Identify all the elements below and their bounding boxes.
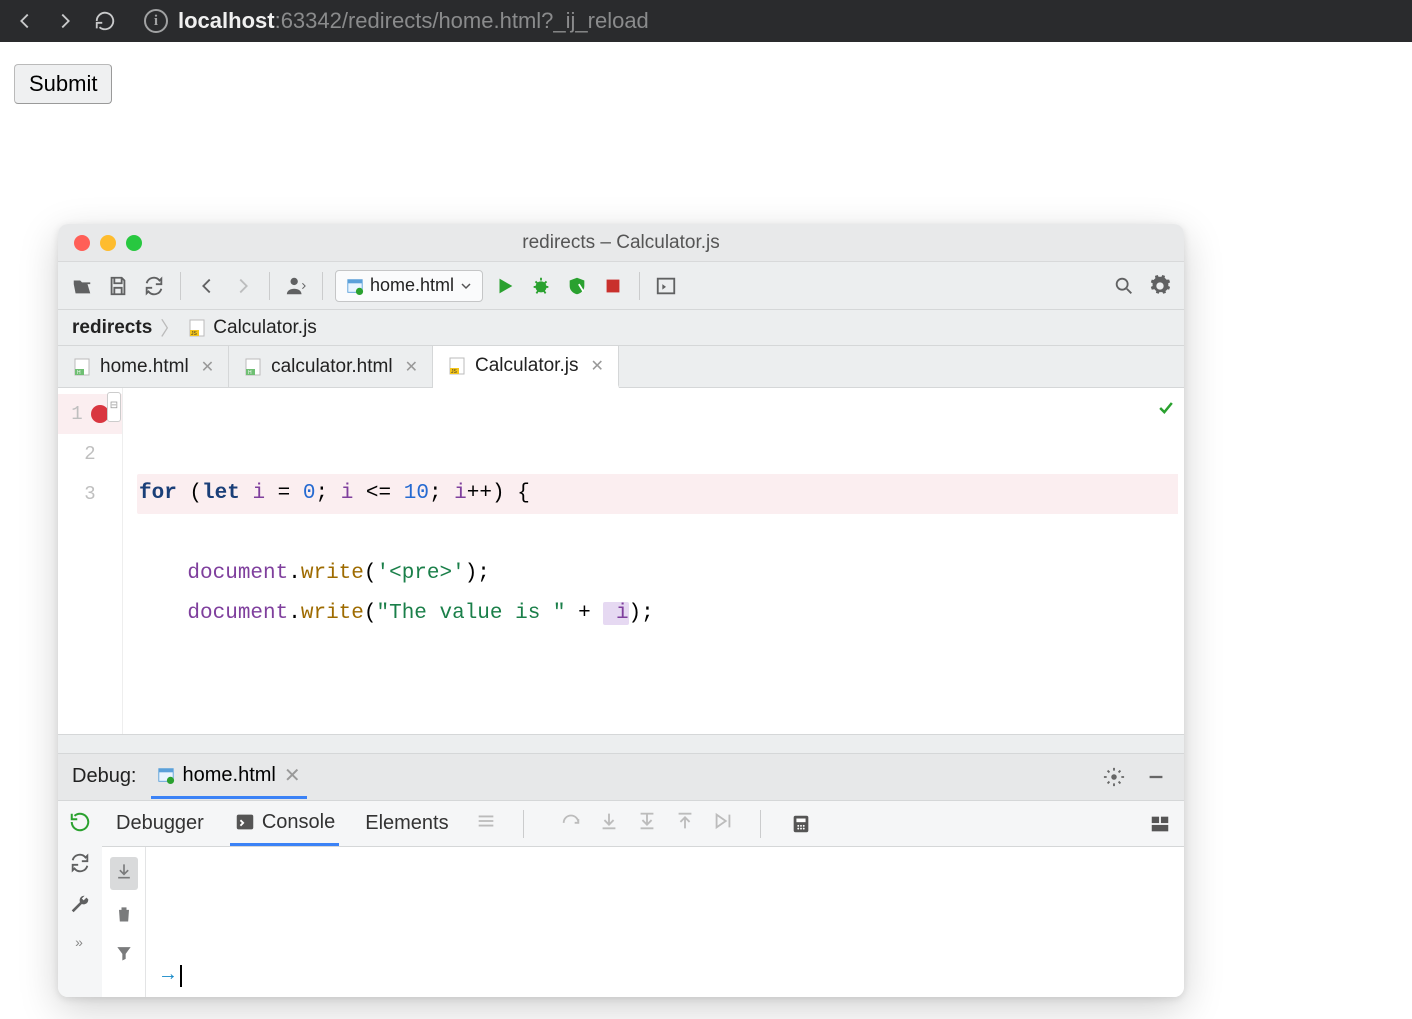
breadcrumb: redirects 〉 JS Calculator.js [58,310,1184,346]
code-editor[interactable]: 1 2 3 ⊟ for (let i = 0; i <= 10; i++) { … [58,388,1184,734]
run-config-select[interactable]: home.html [335,270,483,302]
window-title: redirects – Calculator.js [58,232,1184,254]
debug-side-toolbar: » [58,801,102,997]
gear-icon[interactable] [1146,272,1174,300]
back-button[interactable] [14,10,36,32]
debug-panel-body: » Debugger Console Elements [58,800,1184,997]
close-icon[interactable]: ✕ [284,763,301,788]
svg-text:H: H [77,370,81,376]
wrench-icon[interactable] [69,893,91,920]
tab-console[interactable]: Console [230,801,339,846]
close-window-icon[interactable] [74,235,90,251]
step-out-icon[interactable] [674,810,696,838]
step-over-icon[interactable] [560,810,582,838]
debug-panel-header: Debug: home.html✕ [58,754,1184,800]
debug-label: Debug: [72,765,137,788]
minimize-panel-icon[interactable] [1142,763,1170,791]
breadcrumb-root[interactable]: redirects [72,317,152,339]
open-icon[interactable] [68,272,96,300]
step-into-icon[interactable] [598,810,620,838]
svg-text:H: H [248,370,252,376]
console-area: → [102,847,1184,997]
trash-icon[interactable] [114,904,134,929]
debug-session-tab[interactable]: home.html✕ [151,754,307,799]
submit-button[interactable]: Submit [14,64,112,104]
rerun-icon[interactable] [69,811,91,838]
tab-calculator-html[interactable]: H calculator.html✕ [229,346,433,387]
scroll-to-end-icon[interactable] [110,857,138,890]
editor-tabs: H home.html✕ H calculator.html✕ JS Calcu… [58,346,1184,388]
window-titlebar: redirects – Calculator.js [58,224,1184,262]
breadcrumb-file[interactable]: JS Calculator.js [187,317,317,339]
close-icon[interactable]: ✕ [590,356,603,376]
more-icon[interactable]: » [75,934,85,950]
console-output[interactable]: → [146,847,1184,997]
nav-forward-icon[interactable] [229,272,257,300]
search-icon[interactable] [1110,272,1138,300]
user-dropdown-icon[interactable] [282,272,310,300]
prompt-arrow-icon: → [162,964,174,987]
save-icon[interactable] [104,272,132,300]
url-text: localhost:63342/redirects/home.html?_ij_… [178,8,649,34]
svg-text:JS: JS [451,369,458,375]
tab-debugger[interactable]: Debugger [112,801,208,846]
debug-subtabs: Debugger Console Elements [102,801,1184,847]
browser-toolbar: i localhost:63342/redirects/home.html?_i… [0,0,1412,42]
main-toolbar: home.html [58,262,1184,310]
reload-button[interactable] [94,10,116,32]
run-to-cursor-icon[interactable] [712,810,734,838]
run-icon[interactable] [491,272,519,300]
layout-icon[interactable] [1146,810,1174,838]
forward-button[interactable] [54,10,76,32]
nav-back-icon[interactable] [193,272,221,300]
zoom-window-icon[interactable] [126,235,142,251]
site-info-icon[interactable]: i [144,9,168,33]
gutter[interactable]: 1 2 3 [58,388,122,734]
update-icon[interactable] [69,852,91,879]
sync-icon[interactable] [140,272,168,300]
text-cursor [180,965,182,987]
tab-calculator-js[interactable]: JS Calculator.js✕ [433,346,619,388]
stop-icon[interactable] [599,272,627,300]
tab-elements[interactable]: Elements [361,801,452,846]
filter-icon[interactable] [114,943,134,968]
close-icon[interactable]: ✕ [405,357,418,377]
tab-home-html[interactable]: H home.html✕ [58,346,229,387]
coverage-icon[interactable] [563,272,591,300]
debug-icon[interactable] [527,272,555,300]
gear-icon[interactable] [1100,763,1128,791]
minimize-window-icon[interactable] [100,235,116,251]
page-body: Submit redirects – Calculator.js home.ht… [0,42,1412,1019]
threads-icon[interactable] [475,810,497,838]
run-anything-icon[interactable] [652,272,680,300]
svg-text:JS: JS [191,331,198,337]
address-bar[interactable]: i localhost:63342/redirects/home.html?_i… [144,8,649,34]
checkmark-icon [1156,394,1176,434]
console-side-toolbar [102,847,146,997]
close-icon[interactable]: ✕ [201,357,214,377]
code-area[interactable]: ⊟ for (let i = 0; i <= 10; i++) { docume… [122,388,1184,734]
breakpoint-icon[interactable] [91,405,109,423]
force-step-into-icon[interactable] [636,810,658,838]
ide-window: redirects – Calculator.js home.html [58,224,1184,997]
evaluate-icon[interactable] [787,810,815,838]
chevron-right-icon: 〉 [160,314,179,341]
fold-icon[interactable]: ⊟ [107,392,121,422]
